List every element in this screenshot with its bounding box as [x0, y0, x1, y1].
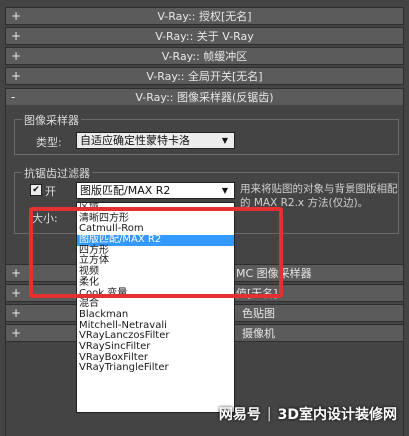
image-sampler-group-label: 图像采样器	[22, 112, 81, 128]
sampler-type-value: 自适应确定性蒙特卡洛	[80, 134, 190, 147]
aa-filter-on-label: 开	[45, 185, 56, 198]
expand-icon: +	[11, 286, 22, 300]
chevron-down-icon: ▼	[221, 186, 229, 195]
rollout-title: 摄像机	[242, 327, 275, 340]
sampler-type-select[interactable]: 自适应确定性蒙特卡洛 ▼	[76, 132, 235, 149]
rollout-authorization[interactable]: + V-Ray:: 授权[无名]	[5, 7, 404, 25]
type-label: 类型:	[36, 136, 62, 149]
highlight-box	[29, 207, 283, 298]
expand-icon: +	[11, 266, 22, 280]
rollout-title: V-Ray:: 关于 V-Ray	[155, 30, 254, 43]
rollout-about[interactable]: + V-Ray:: 关于 V-Ray	[5, 27, 404, 45]
aa-filter-description: 用来将贴图的对象与背景图版相配的 MAX R2.x 方法(仅边)。	[240, 183, 398, 209]
rollout-title: V-Ray:: 全局开关[无名]	[146, 70, 263, 83]
watermark-brand: 网易号	[218, 407, 261, 423]
rollout-image-sampler[interactable]: - V-Ray:: 图像采样器(反锯齿)	[5, 88, 404, 106]
aa-filter-group-label: 抗锯齿过滤器	[22, 165, 92, 181]
expand-icon: +	[11, 326, 22, 340]
rollout-title: V-Ray:: 图像采样器(反锯齿)	[135, 91, 274, 104]
filter-option[interactable]: Blackman	[77, 309, 234, 321]
aa-filter-on-checkbox[interactable]: ✔	[30, 184, 42, 196]
rollout-title: 色贴图	[242, 307, 275, 320]
expand-icon: +	[11, 306, 22, 320]
aa-filter-select[interactable]: 图版匹配/MAX R2 ▼	[76, 182, 235, 199]
rollout-global-switches[interactable]: + V-Ray:: 全局开关[无名]	[5, 67, 404, 85]
watermark: 网易号 | 3D室内设计装修网	[219, 404, 397, 424]
watermark-author: 3D室内设计装修网	[277, 407, 397, 423]
rollout-title: V-Ray:: 授权[无名]	[157, 10, 252, 23]
rollout-frame-buffer[interactable]: + V-Ray:: 帧缓冲区	[5, 47, 404, 65]
filter-option[interactable]: VRayTriangleFilter	[77, 363, 234, 374]
chevron-down-icon: ▼	[221, 136, 229, 145]
watermark-separator: |	[266, 406, 272, 422]
rollout-title: V-Ray:: 帧缓冲区	[161, 50, 248, 63]
aa-filter-value: 图版匹配/MAX R2	[80, 184, 171, 197]
